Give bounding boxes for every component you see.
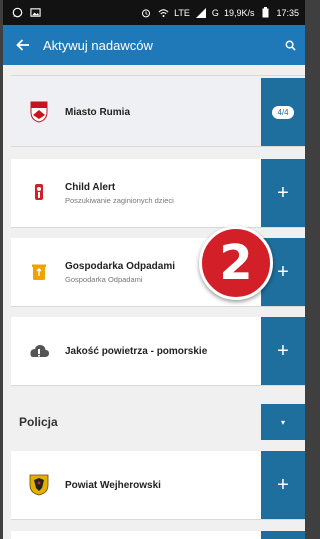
page-title: Aktywuj nadawców [43, 37, 153, 53]
network-speed: 19,9K/s [223, 7, 255, 18]
step-number-badge: 2 [199, 226, 273, 300]
sender-list: Miasto Rumia 4/4 Child Alert Poszukiwani… [3, 65, 305, 539]
battery-icon [259, 7, 271, 19]
rumia-coat-of-arms-icon [19, 101, 59, 123]
divider [11, 75, 305, 76]
alarm-icon [140, 7, 152, 19]
phone-screen: LTE G 19,9K/s 17:35 Aktywuj nadawców Mia… [3, 0, 305, 539]
sender-item-powiat-wejherowski[interactable]: Powiat Wejherowski + [11, 451, 305, 520]
plus-icon: + [277, 261, 289, 283]
add-sender-button[interactable]: + [261, 317, 305, 385]
wejherowo-coat-of-arms-icon [19, 474, 59, 496]
clock: 17:35 [276, 7, 299, 18]
subscription-count: 4/4 [272, 105, 294, 119]
cloud-icon [19, 344, 59, 358]
sender-name: Jakość powietrza - pomorskie [65, 345, 208, 357]
arrow-left-icon [16, 39, 29, 51]
plus-icon: + [277, 182, 289, 204]
add-sender-button[interactable]: + [261, 451, 305, 519]
add-sender-button[interactable] [261, 531, 305, 539]
sender-item-partial[interactable] [11, 531, 305, 539]
search-button[interactable] [275, 25, 305, 65]
network-type-label: LTE [174, 7, 190, 18]
subscription-count-button[interactable]: 4/4 [261, 78, 305, 146]
sender-item-jakosc-powietrza[interactable]: Jakość powietrza - pomorskie + [11, 317, 305, 386]
whatsapp-icon [11, 7, 23, 19]
image-notification-icon [29, 7, 41, 19]
child-alert-icon [19, 183, 59, 203]
back-button[interactable] [3, 25, 43, 65]
waste-bin-icon [19, 263, 59, 281]
signal-icon [195, 7, 207, 19]
section-header-policja[interactable]: Policja ▾ [11, 404, 305, 440]
sender-item-miasto-rumia[interactable]: Miasto Rumia 4/4 [11, 78, 305, 147]
sender-name: Powiat Wejherowski [65, 479, 161, 491]
chevron-down-icon: ▾ [280, 417, 285, 427]
status-bar: LTE G 19,9K/s 17:35 [3, 0, 305, 25]
plus-icon: + [277, 340, 289, 362]
sender-name: Child Alert [65, 181, 116, 193]
app-bar: Aktywuj nadawców [3, 25, 305, 65]
add-sender-button[interactable]: + [261, 159, 305, 227]
expand-section-button[interactable]: ▾ [261, 404, 305, 440]
search-icon [285, 40, 296, 51]
sender-name: Miasto Rumia [65, 106, 131, 118]
wifi-icon [157, 7, 169, 19]
plus-icon: + [277, 474, 289, 496]
signal-type-label: G [211, 7, 219, 18]
sender-description: Poszukiwanie zaginionych dzieci [65, 195, 174, 205]
section-title: Policja [19, 415, 58, 429]
sender-item-child-alert[interactable]: Child Alert Poszukiwanie zaginionych dzi… [11, 159, 305, 228]
